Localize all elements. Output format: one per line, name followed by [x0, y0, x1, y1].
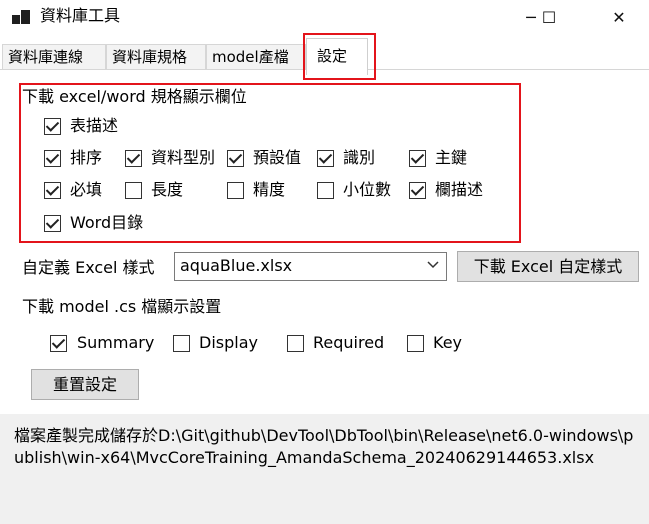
checkbox-precision[interactable] [227, 182, 244, 199]
checkbox-default-value[interactable] [227, 150, 244, 167]
label-column-description: 欄描述 [435, 180, 484, 199]
label-model-required: Required [313, 333, 385, 352]
excel-style-selected: aquaBlue.xlsx [180, 256, 293, 275]
label-summary: Summary [77, 333, 155, 352]
checkbox-table-description[interactable] [44, 118, 61, 135]
label-primary-key: 主鍵 [435, 148, 468, 167]
checkbox-key[interactable] [407, 335, 424, 352]
label-data-type: 資料型別 [151, 148, 216, 167]
label-key: Key [433, 333, 463, 352]
checkbox-length[interactable] [125, 182, 142, 199]
checkbox-summary[interactable] [50, 335, 67, 352]
window-title: 資料庫工具 [40, 6, 121, 25]
tab-db-spec[interactable]: 資料庫規格 [106, 44, 206, 69]
download-excel-style-button[interactable]: 下載 Excel 自定樣式 [457, 251, 639, 282]
checkbox-decimal-places[interactable] [317, 182, 334, 199]
label-length: 長度 [151, 180, 184, 199]
tab-db-connection[interactable]: 資料庫連線 [2, 44, 106, 69]
label-display: Display [199, 333, 258, 352]
checkbox-sort[interactable] [44, 150, 61, 167]
checkbox-word-toc[interactable] [44, 215, 61, 232]
label-required: 必填 [70, 180, 103, 199]
label-precision: 精度 [253, 180, 286, 199]
checkbox-column-description[interactable] [409, 182, 426, 199]
model-section-heading: 下載 model .cs 檔顯示設置 [22, 297, 222, 316]
checkbox-data-type[interactable] [125, 150, 142, 167]
label-word-toc: Word目錄 [70, 213, 144, 232]
maximize-button[interactable]: ☐ [526, 0, 572, 34]
checkbox-required[interactable] [44, 182, 61, 199]
checkbox-model-required[interactable] [287, 335, 304, 352]
label-decimal-places: 小位數 [343, 180, 392, 199]
label-sort: 排序 [70, 148, 103, 167]
checkbox-primary-key[interactable] [409, 150, 426, 167]
excel-style-label: 自定義 Excel 樣式 [22, 258, 155, 277]
checkbox-identity[interactable] [317, 150, 334, 167]
chevron-down-icon [427, 261, 439, 269]
tab-highlight [303, 33, 376, 80]
tab-model-gen[interactable]: model產檔 [206, 44, 306, 69]
close-button[interactable]: ✕ [596, 0, 642, 34]
app-icon [12, 10, 30, 24]
label-identity: 識別 [343, 148, 376, 167]
checkbox-display[interactable] [173, 335, 190, 352]
reset-settings-button[interactable]: 重置設定 [31, 369, 139, 400]
status-message: 檔案產製完成儲存於D:\Git\github\DevTool\DbTool\bi… [14, 426, 634, 467]
label-default-value: 預設值 [253, 148, 302, 167]
label-table-description: 表描述 [70, 116, 119, 135]
